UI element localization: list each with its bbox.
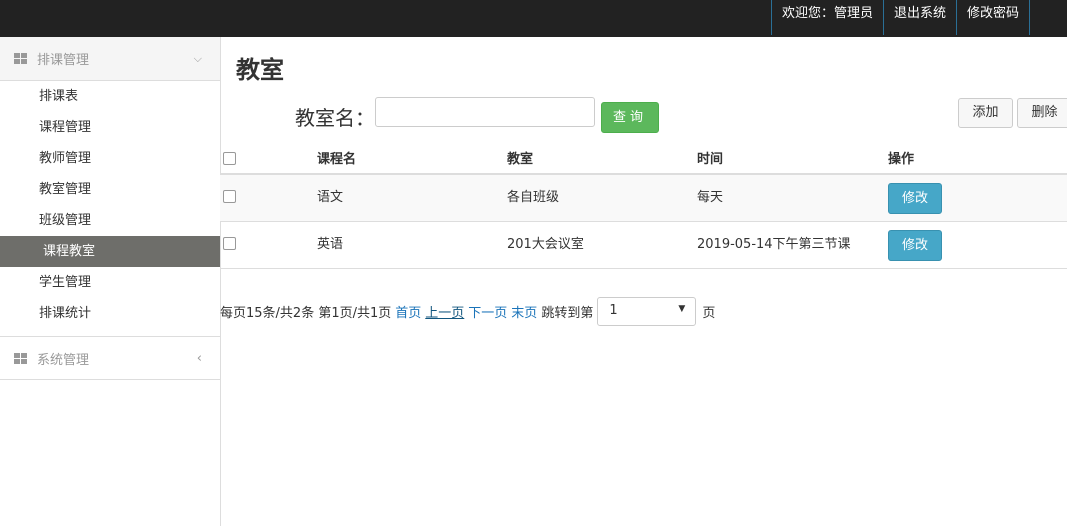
caret-down-icon: ▼ [678, 304, 686, 314]
page-select[interactable]: 1 ▼ [597, 297, 697, 326]
sidebar-item-courses[interactable]: 课程管理 [0, 112, 220, 143]
add-button[interactable]: 添加 [958, 98, 1013, 128]
pagination: 每页15条/共2条 第1页/共1页 首页 上一页 下一页 末页 跳转到第 1 ▼… [220, 297, 719, 326]
row-checkbox[interactable] [223, 190, 236, 203]
chevron-down-icon: ⌵ [193, 51, 202, 65]
welcome-user-link[interactable]: 欢迎您：管理员 [770, 0, 883, 35]
select-all-checkbox[interactable] [223, 152, 236, 165]
change-password-link[interactable]: 修改密码 [955, 0, 1030, 35]
sidebar-item-schedule-table[interactable]: 排课表 [0, 81, 220, 112]
sidebar-item-classrooms[interactable]: 教室管理 [0, 174, 220, 205]
sidebar-group-label: 系统管理 [37, 352, 90, 368]
search-label: 教室名： [295, 106, 375, 130]
top-nav-links: 欢迎您：管理员 退出系统 修改密码 [770, 0, 1030, 35]
sidebar-item-students[interactable]: 学生管理 [0, 267, 220, 298]
logout-link[interactable]: 退出系统 [882, 0, 956, 35]
sidebar-group-label: 排课管理 [37, 53, 90, 68]
table-row: 语文 各自班级 每天 修改 [220, 175, 1067, 222]
cell-room: 各自班级 [507, 190, 560, 205]
row-checkbox[interactable] [223, 237, 236, 250]
query-button[interactable]: 查询 [601, 102, 659, 133]
sidebar-item-classes[interactable]: 班级管理 [0, 205, 220, 236]
page-select-value: 1 [609, 303, 618, 318]
next-page-link[interactable]: 下一页 [468, 302, 507, 321]
cell-room: 201大会议室 [507, 237, 584, 252]
page-suffix: 页 [702, 306, 716, 321]
edit-button[interactable]: 修改 [888, 183, 942, 214]
sidebar-group-system[interactable]: 系统管理 ‹ [0, 337, 220, 380]
table-row: 英语 201大会议室 2019-05-14下午第三节课 修改 [220, 222, 1067, 269]
grid-icon [14, 353, 27, 364]
cell-course: 语文 [317, 190, 344, 205]
column-header-action: 操作 [888, 152, 915, 167]
cell-course: 英语 [317, 237, 344, 252]
first-page-link[interactable]: 首页 [395, 302, 421, 321]
column-header-room: 教室 [507, 152, 534, 167]
prev-page-link[interactable]: 上一页 [425, 302, 464, 321]
cell-time: 每天 [697, 190, 724, 205]
sidebar: 排课管理 ⌵ 排课表 课程管理 教师管理 教室管理 班级管理 课程教室 学生管理… [0, 37, 221, 526]
edit-button[interactable]: 修改 [888, 230, 942, 261]
column-header-course: 课程名 [317, 152, 357, 167]
table-header: 课程名 教室 时间 操作 [220, 137, 1067, 175]
cell-time: 2019-05-14下午第三节课 [697, 237, 851, 252]
sidebar-group-schedule[interactable]: 排课管理 ⌵ [0, 37, 220, 81]
jump-label: 跳转到第 [541, 306, 594, 321]
top-navbar: 欢迎您：管理员 退出系统 修改密码 [0, 0, 1067, 37]
sidebar-item-statistics[interactable]: 排课统计 [0, 298, 220, 329]
sidebar-item-course-classroom[interactable]: 课程教室 [0, 236, 220, 267]
grid-icon [14, 53, 27, 64]
column-header-time: 时间 [697, 152, 724, 167]
data-table: 课程名 教室 时间 操作 语文 各自班级 每天 修改 英语 201大会议室 20… [220, 137, 1067, 269]
pagination-summary: 每页15条/共2条 第1页/共1页 [220, 306, 392, 321]
sidebar-item-teachers[interactable]: 教师管理 [0, 143, 220, 174]
sidebar-submenu: 排课表 课程管理 教师管理 教室管理 班级管理 课程教室 学生管理 排课统计 [0, 81, 220, 337]
delete-button[interactable]: 删除 [1017, 98, 1067, 128]
last-page-link[interactable]: 末页 [511, 302, 537, 321]
page-title: 教室 [236, 56, 284, 84]
chevron-left-icon: ‹ [196, 350, 202, 366]
classroom-name-input[interactable] [375, 97, 595, 127]
